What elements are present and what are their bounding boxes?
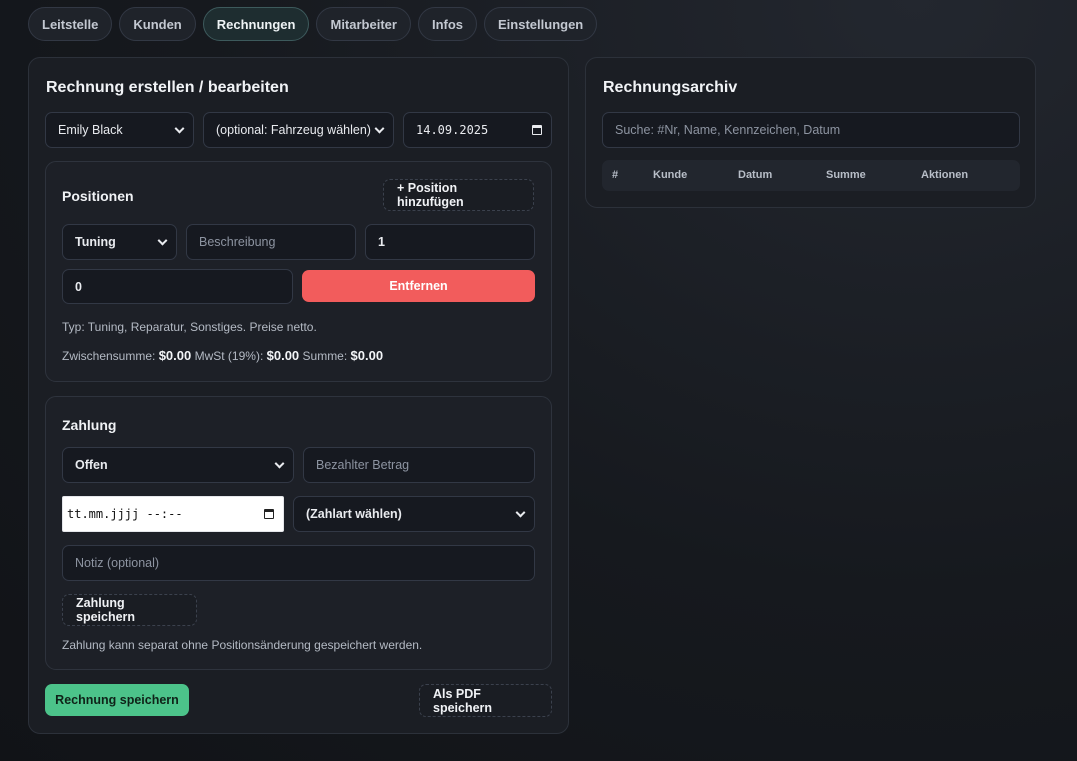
payment-note-placeholder: Notiz (optional) (75, 556, 160, 570)
payment-note-input[interactable]: Notiz (optional) (62, 545, 535, 581)
position-quantity-input[interactable]: 1 (365, 224, 535, 260)
archive-search-input[interactable]: Suche: #Nr, Name, Kennzeichen, Datum (602, 112, 1020, 148)
save-payment-button[interactable]: Zahlung speichern (62, 594, 197, 626)
remove-position-button[interactable]: Entfernen (302, 270, 535, 302)
sum-value: $0.00 (350, 348, 384, 363)
payment-method-value: (Zahlart wählen) (306, 507, 402, 521)
payment-title: Zahlung (62, 417, 117, 433)
calendar-icon[interactable] (264, 509, 274, 519)
chevron-down-icon (515, 507, 526, 518)
column-header-kunde: Kunde (653, 169, 688, 181)
position-price-value: 0 (75, 279, 82, 294)
column-header-aktionen: Aktionen (921, 169, 969, 181)
tab-rechnungen[interactable]: Rechnungen (202, 7, 310, 41)
payment-status-value: Offen (75, 458, 108, 472)
position-price-input[interactable]: 0 (62, 269, 293, 304)
payment-status-select[interactable]: Offen (62, 447, 294, 483)
tab-einstellungen[interactable]: Einstellungen (484, 7, 598, 41)
tab-leitstelle[interactable]: Leitstelle (28, 7, 113, 41)
save-pdf-button[interactable]: Als PDF speichern (419, 684, 552, 717)
paid-amount-input[interactable]: Bezahlter Betrag (303, 447, 535, 483)
customer-select[interactable]: Emily Black (45, 112, 194, 148)
tab-infos[interactable]: Infos (417, 7, 478, 41)
column-header-number: # (612, 169, 619, 181)
save-invoice-button[interactable]: Rechnung speichern (45, 684, 189, 716)
tab-kunden[interactable]: Kunden (119, 7, 196, 41)
chevron-down-icon (374, 123, 385, 134)
invoice-date-input[interactable]: 14.09.2025 (403, 112, 552, 148)
invoice-archive-card: Rechnungsarchiv Suche: #Nr, Name, Kennze… (585, 57, 1036, 208)
archive-table-header: # Kunde Datum Summe Aktionen (602, 160, 1020, 191)
position-quantity-value: 1 (378, 235, 385, 249)
payment-datetime-placeholder: tt.mm.jjjj --:-- (67, 507, 183, 521)
subtotal-label: Zwischensumme: (62, 349, 156, 363)
positions-title: Positionen (62, 188, 134, 204)
paid-amount-placeholder: Bezahlter Betrag (316, 458, 410, 472)
positions-section: Positionen + Position hinzufügen Tuning … (45, 161, 552, 382)
vat-label: MwSt (19%): (194, 349, 264, 363)
tab-mitarbeiter[interactable]: Mitarbeiter (316, 7, 411, 41)
chevron-down-icon (157, 235, 168, 246)
payment-hint: Zahlung kann separat ohne Positionsänder… (62, 638, 423, 652)
calendar-icon[interactable] (532, 125, 542, 135)
vehicle-select[interactable]: (optional: Fahrzeug wählen) (203, 112, 394, 148)
column-header-summe: Summe (826, 169, 866, 181)
position-description-placeholder: Beschreibung (199, 235, 276, 249)
position-description-input[interactable]: Beschreibung (186, 224, 356, 260)
positions-hint: Typ: Tuning, Reparatur, Sonstiges. Preis… (62, 320, 317, 334)
column-header-datum: Datum (738, 169, 773, 181)
chevron-down-icon (274, 458, 285, 469)
vehicle-select-value: (optional: Fahrzeug wählen) (216, 123, 371, 137)
invoice-editor-title: Rechnung erstellen / bearbeiten (46, 79, 289, 96)
chevron-down-icon (174, 123, 185, 134)
payment-method-select[interactable]: (Zahlart wählen) (293, 496, 535, 532)
main-nav: Leitstelle Kunden Rechnungen Mitarbeiter… (28, 7, 598, 41)
archive-search-placeholder: Suche: #Nr, Name, Kennzeichen, Datum (615, 123, 841, 137)
payment-section: Zahlung Offen Bezahlter Betrag tt.mm.jjj… (45, 396, 552, 670)
payment-datetime-input[interactable]: tt.mm.jjjj --:-- (62, 496, 284, 532)
position-type-select[interactable]: Tuning (62, 224, 177, 260)
customer-select-value: Emily Black (58, 123, 123, 137)
invoice-date-value: 14.09.2025 (416, 123, 489, 137)
add-position-button[interactable]: + Position hinzufügen (383, 179, 534, 211)
vat-value: $0.00 (266, 348, 300, 363)
position-type-value: Tuning (75, 235, 116, 249)
sum-label: Summe: (302, 349, 348, 363)
subtotal-value: $0.00 (158, 348, 192, 363)
totals-line: Zwischensumme: $0.00 MwSt (19%): $0.00 S… (62, 348, 383, 363)
invoice-archive-title: Rechnungsarchiv (603, 79, 738, 96)
invoice-editor-card: Rechnung erstellen / bearbeiten Emily Bl… (28, 57, 569, 734)
